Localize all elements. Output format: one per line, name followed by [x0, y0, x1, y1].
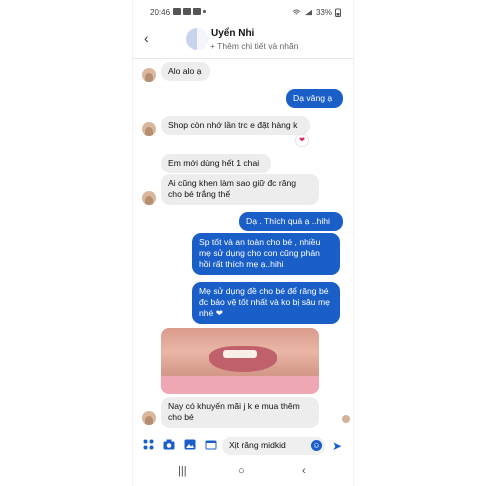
photo-detail: [161, 376, 319, 394]
message-bubble-incoming[interactable]: Shop còn nhớ lần trc e đặt hàng k: [161, 116, 310, 135]
chat-header: ‹ Uyển Nhi + Thêm chi tiết và nhãn: [133, 22, 353, 59]
home-icon[interactable]: ○: [238, 465, 245, 477]
status-right: 33%: [292, 8, 341, 17]
battery-icon: [335, 8, 341, 17]
more-notifications-icon: [203, 10, 206, 13]
peer-avatar: [142, 68, 156, 82]
notification-app-icon: [193, 8, 201, 15]
read-receipt-avatar: [342, 415, 350, 423]
message-bubble-outgoing[interactable]: Mẹ sử dụng đề cho bé để răng bé đc bảo v…: [192, 282, 340, 324]
peer-avatar: [142, 122, 156, 136]
battery-percent: 33%: [315, 8, 332, 17]
message-bubble-outgoing[interactable]: Sp tốt và an toàn cho bé , nhiều mẹ sử d…: [192, 233, 340, 275]
message-bubble-incoming[interactable]: Em mới dùng hết 1 chai: [161, 154, 271, 173]
camera-icon[interactable]: [162, 439, 176, 453]
message-bubble-incoming[interactable]: Nay có khuyến mãi j k e mua thêm cho bé: [161, 397, 319, 428]
wifi-icon: [292, 9, 301, 15]
system-nav-bar: ||| ○ ‹: [133, 465, 353, 481]
message-composer: Xịt răng midkid ☺ ➤: [133, 435, 353, 457]
message-bubble-incoming[interactable]: Ai cũng khen làm sao giữ đc răng cho bé …: [161, 174, 319, 205]
photo-detail: [223, 350, 257, 358]
apps-grid-icon[interactable]: [141, 439, 155, 453]
contact-name[interactable]: Uyển Nhi: [211, 28, 254, 39]
heart-reaction-icon[interactable]: ❤: [296, 135, 308, 146]
message-input-value: Xịt răng midkid: [229, 440, 286, 450]
message-input[interactable]: Xịt răng midkid ☺: [222, 437, 325, 455]
peer-avatar: [142, 191, 156, 205]
status-bar: 20:46 33%: [133, 5, 353, 21]
status-notification-icons: [173, 8, 206, 15]
contact-avatar[interactable]: [186, 28, 208, 50]
recent-apps-icon[interactable]: |||: [178, 465, 187, 477]
calendar-icon[interactable]: [204, 439, 218, 453]
add-details-link[interactable]: + Thêm chi tiết và nhãn: [210, 41, 298, 51]
message-bubble-outgoing[interactable]: Dạ vâng ạ: [286, 89, 343, 108]
send-icon[interactable]: ➤: [332, 439, 342, 453]
back-nav-icon[interactable]: ‹: [302, 465, 306, 477]
status-time: 20:46: [150, 8, 171, 17]
baby-teeth-photo[interactable]: [161, 328, 319, 394]
peer-avatar: [142, 411, 156, 425]
message-bubble-outgoing[interactable]: Dạ . Thích quá ạ ..hihi: [239, 212, 343, 231]
phone-screen: 20:46 33% ‹ Uyển Nhi + Thêm chi tiết và …: [133, 0, 353, 486]
signal-icon: [304, 9, 312, 16]
notification-app-icon: [173, 8, 181, 15]
gallery-icon[interactable]: [183, 439, 197, 453]
back-arrow-icon[interactable]: ‹: [144, 31, 149, 45]
emoji-icon[interactable]: ☺: [311, 440, 322, 451]
notification-app-icon: [183, 8, 191, 15]
message-bubble-incoming[interactable]: Alo alo ạ: [161, 62, 210, 81]
